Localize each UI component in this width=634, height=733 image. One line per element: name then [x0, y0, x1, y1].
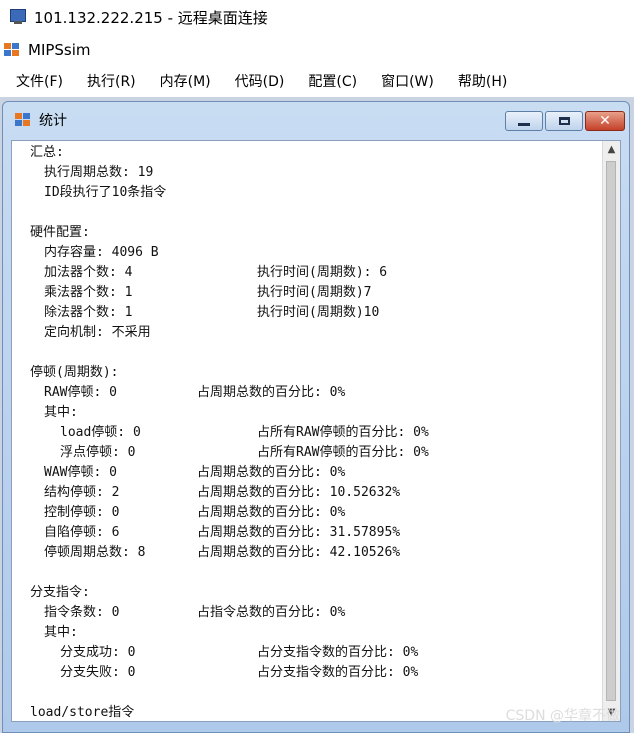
stall-header: 停顿(周期数):	[30, 365, 119, 380]
raw-stall-pct: 占周期总数的百分比: 0%	[197, 385, 346, 400]
remote-desktop-icon	[8, 8, 28, 26]
forwarding-mode: 定向机制: 不采用	[44, 325, 151, 340]
menu-execute[interactable]: 执行(R)	[75, 71, 148, 91]
statistics-window: 统计 ✕ 汇总: 执行周期总数: 19 ID段执行了10条指令 硬件配置: 内存…	[2, 101, 630, 733]
watermark: CSDN @华章不做	[505, 708, 620, 724]
waw-stall: WAW停顿: 0	[44, 465, 117, 480]
menu-code[interactable]: 代码(D)	[223, 71, 297, 91]
statistics-window-icon	[15, 113, 31, 127]
branch-count-pct: 占指令总数的百分比: 0%	[197, 605, 346, 620]
app-icon	[4, 43, 20, 57]
branch-taken-pct: 占分支指令数的百分比: 0%	[257, 645, 419, 660]
menu-memory[interactable]: 内存(M)	[148, 71, 223, 91]
branch-among-label: 其中:	[44, 625, 78, 640]
adder-count: 加法器个数: 4	[44, 265, 133, 280]
control-stall: 控制停顿: 0	[44, 505, 120, 520]
scroll-up-icon[interactable]: ▲	[603, 141, 620, 158]
branch-taken: 分支成功: 0	[60, 645, 136, 660]
remote-desktop-titlebar: 101.132.222.215 - 远程桌面连接	[0, 0, 634, 34]
close-button[interactable]: ✕	[585, 111, 625, 131]
statistics-text: 汇总: 执行周期总数: 19 ID段执行了10条指令 硬件配置: 内存容量: 4…	[30, 143, 600, 721]
float-stall: 浮点停顿: 0	[60, 445, 136, 460]
control-stall-pct: 占周期总数的百分比: 0%	[197, 505, 346, 520]
id-exec-count: ID段执行了10条指令	[44, 185, 167, 200]
structural-stall-pct: 占周期总数的百分比: 10.52632%	[197, 485, 401, 500]
stall-total-pct: 占周期总数的百分比: 42.10526%	[197, 545, 401, 560]
statistics-titlebar[interactable]: 统计 ✕	[3, 102, 629, 138]
raw-stall: RAW停顿: 0	[44, 385, 117, 400]
menu-config[interactable]: 配置(C)	[296, 71, 369, 91]
menu-window[interactable]: 窗口(W)	[369, 71, 446, 91]
summary-header: 汇总:	[30, 145, 64, 160]
statistics-window-title: 统计	[39, 113, 67, 129]
scroll-thumb[interactable]	[606, 161, 616, 701]
app-titlebar: MIPSsim	[0, 36, 634, 64]
minimize-icon	[518, 122, 530, 126]
trap-stall: 自陷停顿: 6	[44, 525, 120, 540]
adder-exec-time: 执行时间(周期数): 6	[257, 265, 388, 280]
float-stall-pct: 占所有RAW停顿的百分比: 0%	[257, 445, 429, 460]
load-stall: load停顿: 0	[60, 425, 141, 440]
multiplier-exec-time: 执行时间(周期数)7	[257, 285, 372, 300]
app-title: MIPSsim	[28, 41, 91, 59]
menu-file[interactable]: 文件(F)	[0, 71, 75, 91]
divider-exec-time: 执行时间(周期数)10	[257, 305, 380, 320]
statistics-text-area[interactable]: 汇总: 执行周期总数: 19 ID段执行了10条指令 硬件配置: 内存容量: 4…	[11, 140, 621, 722]
close-icon: ✕	[599, 113, 611, 129]
menu-help[interactable]: 帮助(H)	[446, 71, 519, 91]
divider-count: 除法器个数: 1	[44, 305, 133, 320]
minimize-button[interactable]	[505, 111, 543, 131]
structural-stall: 结构停顿: 2	[44, 485, 120, 500]
maximize-icon	[558, 117, 570, 125]
maximize-button[interactable]	[545, 111, 583, 131]
branch-not-taken: 分支失败: 0	[60, 665, 136, 680]
total-cycles: 执行周期总数: 19	[44, 165, 154, 180]
menu-bar: 文件(F) 执行(R) 内存(M) 代码(D) 配置(C) 窗口(W) 帮助(H…	[0, 66, 634, 96]
trap-stall-pct: 占周期总数的百分比: 31.57895%	[197, 525, 401, 540]
remote-desktop-title: 101.132.222.215 - 远程桌面连接	[34, 8, 268, 27]
stall-among-label: 其中:	[44, 405, 78, 420]
multiplier-count: 乘法器个数: 1	[44, 285, 133, 300]
memory-size: 内存容量: 4096 B	[44, 245, 159, 260]
vertical-scrollbar[interactable]: ▲ ▼	[602, 141, 620, 721]
branch-count: 指令条数: 0	[44, 605, 120, 620]
branch-not-taken-pct: 占分支指令数的百分比: 0%	[257, 665, 419, 680]
waw-stall-pct: 占周期总数的百分比: 0%	[197, 465, 346, 480]
hardware-header: 硬件配置:	[30, 225, 90, 240]
branch-header: 分支指令:	[30, 585, 90, 600]
load-stall-pct: 占所有RAW停顿的百分比: 0%	[257, 425, 429, 440]
mdi-client-area: 统计 ✕ 汇总: 执行周期总数: 19 ID段执行了10条指令 硬件配置: 内存…	[0, 97, 634, 733]
stall-total: 停顿周期总数: 8	[44, 545, 146, 560]
window-controls: ✕	[503, 111, 625, 131]
